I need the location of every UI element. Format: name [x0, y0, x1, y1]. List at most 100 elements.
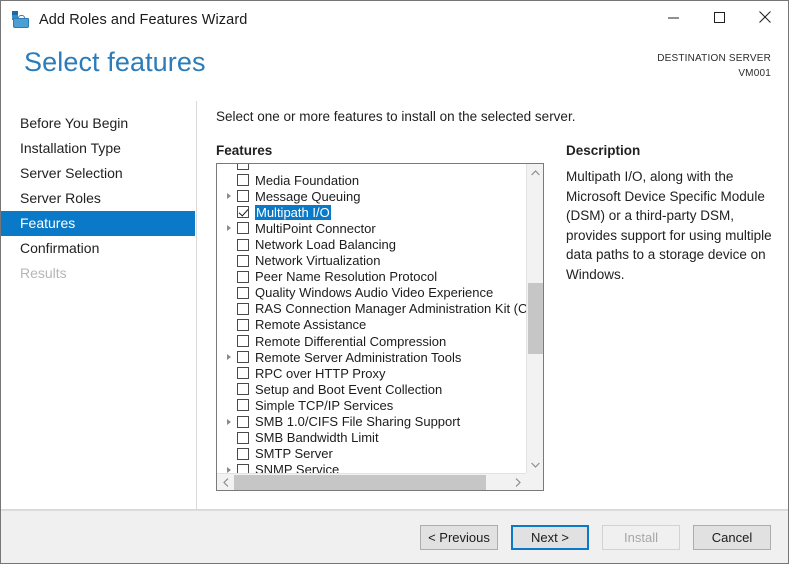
expand-arrow-icon[interactable]	[223, 415, 237, 429]
feature-label: Remote Differential Compression	[255, 333, 447, 349]
checkbox-icon[interactable]	[237, 415, 249, 428]
features-listbox[interactable]: Media Foundation Message Queuing Multipath…	[216, 163, 544, 491]
feature-label: SMB 1.0/CIFS File Sharing Support	[255, 414, 461, 430]
feature-row[interactable]: Message Queuing	[217, 188, 526, 204]
sidebar-item-label: Results	[20, 265, 67, 281]
minimize-button[interactable]	[650, 1, 696, 33]
feature-row[interactable]: MultiPoint Connector	[217, 220, 526, 236]
sidebar-item-confirmation[interactable]: Confirmation	[1, 236, 196, 261]
feature-label: Remote Assistance	[255, 317, 367, 333]
sidebar-item-label: Before You Begin	[20, 115, 129, 131]
expand-arrow-icon[interactable]	[223, 463, 237, 473]
feature-label: Simple TCP/IP Services	[255, 397, 394, 413]
feature-row[interactable]: Simple TCP/IP Services	[217, 397, 526, 413]
checkbox-icon[interactable]	[237, 431, 249, 444]
destination-server-label: DESTINATION SERVER	[657, 53, 771, 64]
feature-row[interactable]	[217, 164, 526, 172]
window-title: Add Roles and Features Wizard	[39, 12, 248, 28]
sidebar-item-label: Confirmation	[20, 240, 100, 256]
add-roles-wizard-window: Add Roles and Features Wizard Select fea…	[0, 0, 789, 564]
close-button[interactable]	[742, 1, 788, 33]
feature-row[interactable]: Multipath I/O	[217, 204, 526, 220]
checkbox-icon[interactable]	[237, 174, 249, 187]
page-header: Select features DESTINATION SERVER VM001	[1, 39, 788, 101]
next-button[interactable]: Next >	[511, 524, 589, 550]
main-panel: Select one or more features to install o…	[197, 101, 788, 509]
sidebar-item-before-you-begin[interactable]: Before You Begin	[1, 111, 196, 136]
feature-row[interactable]: Setup and Boot Event Collection	[217, 381, 526, 397]
scroll-right-icon[interactable]	[509, 474, 526, 490]
destination-server-value: VM001	[738, 68, 771, 79]
checkbox-icon[interactable]	[237, 254, 249, 267]
expand-arrow-icon[interactable]	[223, 350, 237, 364]
feature-row[interactable]: SNMP Service	[217, 462, 526, 473]
checkbox-icon[interactable]	[237, 335, 249, 348]
feature-label: Media Foundation	[255, 172, 360, 188]
sidebar-item-results: Results	[1, 261, 196, 286]
feature-row[interactable]: RPC over HTTP Proxy	[217, 365, 526, 381]
vertical-scroll-thumb[interactable]	[528, 282, 543, 355]
feature-row[interactable]: SMB Bandwidth Limit	[217, 430, 526, 446]
feature-label: SMB Bandwidth Limit	[255, 430, 379, 446]
checkbox-icon[interactable]	[237, 318, 249, 331]
features-list-viewport: Media Foundation Message Queuing Multipath…	[217, 164, 526, 473]
sidebar-item-label: Server Selection	[20, 165, 123, 181]
feature-row[interactable]: Media Foundation	[217, 172, 526, 188]
scroll-left-icon[interactable]	[217, 474, 234, 490]
feature-row[interactable]: Remote Differential Compression	[217, 333, 526, 349]
maximize-button[interactable]	[696, 1, 742, 33]
feature-row[interactable]: Remote Server Administration Tools	[217, 349, 526, 365]
checkbox-icon[interactable]	[237, 351, 249, 364]
checkbox-icon[interactable]	[237, 383, 249, 396]
sidebar-item-label: Server Roles	[20, 190, 101, 206]
checkbox-icon[interactable]	[237, 164, 249, 171]
horizontal-scroll-thumb[interactable]	[234, 475, 486, 490]
feature-row[interactable]: Network Virtualization	[217, 253, 526, 269]
checkbox-icon[interactable]	[237, 222, 249, 235]
feature-label: MultiPoint Connector	[255, 220, 376, 236]
cancel-button[interactable]: Cancel	[693, 524, 771, 550]
sidebar-item-features[interactable]: Features	[1, 211, 195, 236]
expand-arrow-icon[interactable]	[223, 221, 237, 235]
checkbox-checked-icon[interactable]	[237, 206, 249, 219]
window-controls	[650, 1, 788, 33]
sidebar-item-server-selection[interactable]: Server Selection	[1, 161, 196, 186]
checkbox-icon[interactable]	[237, 447, 249, 460]
feature-row[interactable]: Network Load Balancing	[217, 236, 526, 252]
checkbox-icon[interactable]	[237, 238, 249, 251]
sidebar-item-server-roles[interactable]: Server Roles	[1, 186, 196, 211]
page-title: Select features	[24, 47, 206, 77]
checkbox-icon[interactable]	[237, 302, 249, 315]
previous-button[interactable]: < Previous	[420, 524, 498, 550]
sidebar-item-label: Features	[20, 215, 76, 231]
checkbox-icon[interactable]	[237, 367, 249, 380]
checkbox-icon[interactable]	[237, 270, 249, 283]
feature-row[interactable]: Quality Windows Audio Video Experience	[217, 285, 526, 301]
feature-label: Multipath I/O	[255, 204, 331, 220]
scroll-down-icon[interactable]	[527, 456, 543, 473]
feature-row[interactable]: Remote Assistance	[217, 317, 526, 333]
description-text: Multipath I/O, along with the Microsoft …	[566, 169, 772, 282]
description-column: Description Multipath I/O, along with th…	[544, 143, 788, 491]
expand-arrow-icon[interactable]	[223, 189, 237, 203]
sidebar-item-installation-type[interactable]: Installation Type	[1, 136, 196, 161]
scroll-up-icon[interactable]	[527, 164, 543, 181]
sidebar-item-label: Installation Type	[20, 140, 121, 156]
features-horizontal-scrollbar[interactable]	[217, 473, 526, 490]
checkbox-icon[interactable]	[237, 286, 249, 299]
feature-row[interactable]: RAS Connection Manager Administration Ki…	[217, 301, 526, 317]
feature-row[interactable]: SMTP Server	[217, 446, 526, 462]
feature-label: SMTP Server	[255, 446, 333, 462]
feature-row[interactable]: SMB 1.0/CIFS File Sharing Support	[217, 414, 526, 430]
feature-row[interactable]: Peer Name Resolution Protocol	[217, 269, 526, 285]
checkbox-icon[interactable]	[237, 399, 249, 412]
checkbox-icon[interactable]	[237, 463, 249, 473]
checkbox-icon[interactable]	[237, 190, 249, 203]
features-vertical-scrollbar[interactable]	[526, 164, 543, 473]
feature-label: Peer Name Resolution Protocol	[255, 269, 438, 285]
